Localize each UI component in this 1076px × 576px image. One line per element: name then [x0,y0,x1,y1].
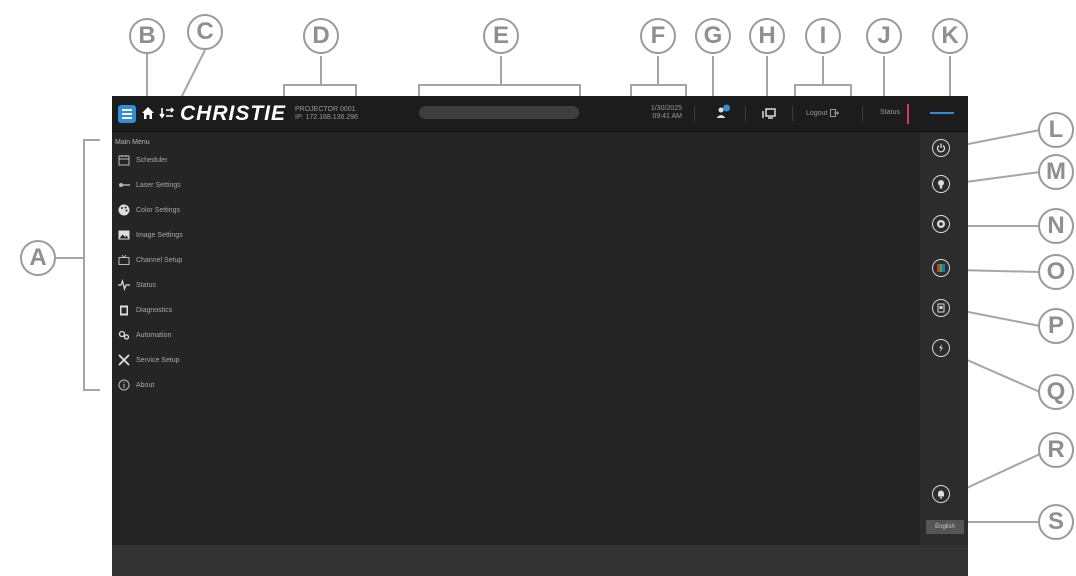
callout-o: O [1038,254,1074,290]
menu-item-image-settings[interactable]: Image Settings [118,226,183,244]
projector-ip: IP: 172.168.136.296 [295,114,359,121]
notification-button[interactable] [932,485,950,503]
menu-item-label: Service Setup [136,356,180,364]
menu-item-label: Laser Settings [136,181,181,189]
active-tab-indicator [930,112,954,114]
shutter-button[interactable] [932,215,950,233]
power-button[interactable] [932,139,950,157]
users-icon[interactable] [715,104,731,120]
input-button[interactable] [932,299,950,317]
projector-info: PROJECTOR 0001 IP: 172.168.136.296 [295,106,358,122]
logout-icon [830,109,840,117]
clipboard-icon [118,304,130,316]
callout-f: F [640,18,676,54]
power-icon [936,143,946,153]
menu-icon-line [122,117,132,119]
lightbulb-icon [938,180,944,189]
menu-item-label: Channel Setup [136,256,183,264]
scheduler-icon [118,154,130,166]
osd-icon [939,344,943,352]
search-input[interactable] [419,106,579,119]
main-menu-title: Main Menu [115,139,150,146]
menu-item-status[interactable]: Status [118,276,156,294]
divider [745,106,746,121]
top-bar: CHRISTIE PROJECTOR 0001 IP: 172.168.136.… [112,96,968,132]
menu-item-about[interactable]: About [118,376,154,394]
menu-item-label: Status [136,281,156,289]
divider [862,106,863,121]
callout-d: D [303,18,339,54]
menu-item-scheduler[interactable]: Scheduler [118,151,168,169]
gears-icon [118,329,130,341]
menu-item-label: Diagnostics [136,306,173,314]
menu-button[interactable] [118,105,136,123]
menu-item-label: Color Settings [136,206,180,214]
menu-icon-line [122,109,132,111]
date: 1/30/2025 [650,105,682,112]
info-icon [118,379,130,391]
palette-icon [118,204,130,216]
menu-item-channel-setup[interactable]: Channel Setup [118,251,182,269]
callout-n: N [1038,208,1074,244]
menu-item-label: Scheduler [136,156,168,164]
quick-action-rail: English [920,133,968,545]
menu-item-automation[interactable]: Automation [118,326,171,344]
tools-icon [118,354,130,366]
divider [792,106,793,121]
divider [694,106,695,121]
callout-s: S [1038,504,1074,540]
test-pattern-icon [937,264,945,272]
projector-name: PROJECTOR 0001 [295,106,356,113]
menu-item-diagnostics[interactable]: Diagnostics [118,301,172,319]
annotated-screenshot: A B C D E F G H I J K L M N O P Q R S CH… [0,0,1076,576]
image-icon [118,229,130,241]
pulse-icon [118,279,130,291]
bottom-strip [112,545,968,576]
language-button[interactable]: English [926,520,964,534]
callout-b: B [129,18,165,54]
callout-h: H [749,18,785,54]
menu-icon-line [122,113,132,115]
laser-icon [118,179,130,191]
menu-item-label: About [136,381,155,389]
logout-label: Logout [806,109,828,117]
status-button[interactable]: Status [880,109,900,116]
callout-c: C [187,14,223,50]
callout-e: E [483,18,519,54]
menu-item-laser-settings[interactable]: Laser Settings [118,176,181,194]
switch-icon[interactable] [159,106,175,120]
projector-web-ui: CHRISTIE PROJECTOR 0001 IP: 172.168.136.… [112,96,968,576]
christie-logo: CHRISTIE [180,102,287,125]
callout-i: I [805,18,841,54]
callout-j: J [866,18,902,54]
menu-item-label: Image Settings [136,231,183,239]
callout-m: M [1038,154,1074,190]
light-button[interactable] [932,175,950,193]
shutter-icon [937,220,945,228]
display-icon[interactable] [762,108,776,119]
date-time: 1/30/2025 09:41 AM [632,105,682,121]
notification-icon [938,490,944,499]
callout-a: A [20,240,56,276]
callout-l: L [1038,112,1074,148]
callout-r: R [1038,432,1074,468]
time: 09:41 AM [652,113,682,120]
callout-q: Q [1038,374,1074,410]
menu-item-label: Automation [136,331,172,339]
tv-icon [118,254,130,266]
callout-g: G [695,18,731,54]
callout-k: K [932,18,968,54]
home-icon[interactable] [141,106,155,120]
logout-button[interactable]: Logout [806,109,840,117]
menu-item-service-setup[interactable]: Service Setup [118,351,180,369]
menu-item-color-settings[interactable]: Color Settings [118,201,180,219]
osd-button[interactable] [932,339,950,357]
input-icon [937,303,945,313]
callout-p: P [1038,308,1074,344]
test-pattern-button[interactable] [932,259,950,277]
status-indicator [907,104,909,124]
